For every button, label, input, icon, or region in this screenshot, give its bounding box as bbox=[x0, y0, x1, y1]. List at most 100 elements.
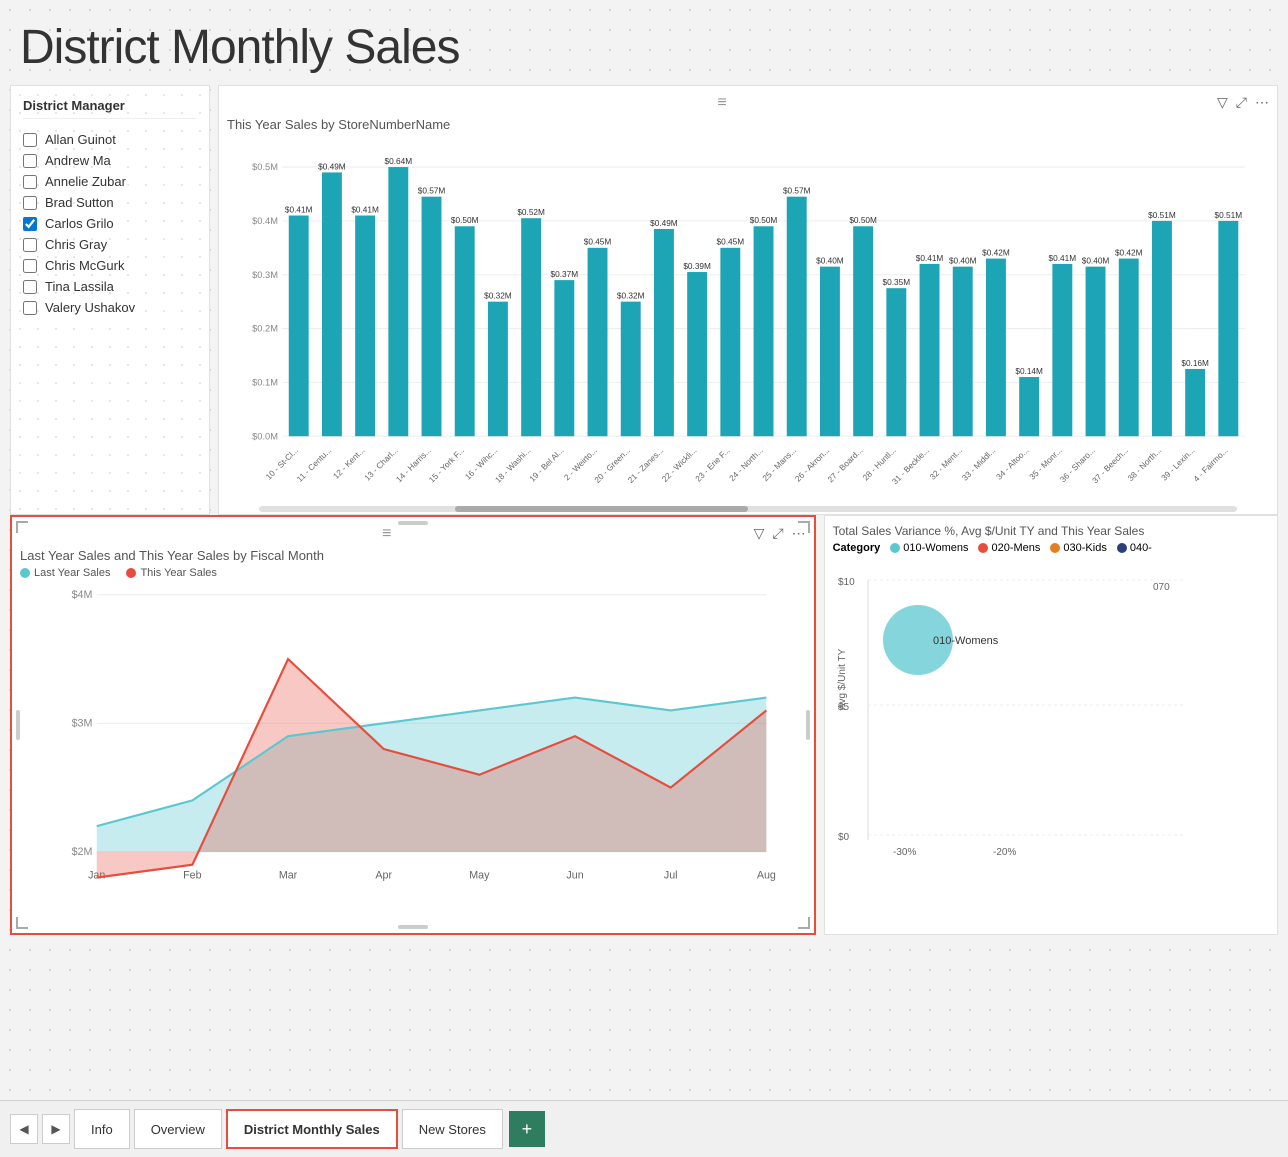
tab-next-btn[interactable]: ▶ bbox=[42, 1114, 70, 1144]
legend-dot-this-year bbox=[126, 568, 136, 578]
filter-checkbox[interactable] bbox=[23, 154, 37, 168]
bar-x-label: 24 - North... bbox=[728, 446, 765, 483]
bar-rect[interactable] bbox=[554, 280, 574, 436]
bar-rect[interactable] bbox=[986, 259, 1006, 437]
bar-rect[interactable] bbox=[355, 216, 375, 437]
cat-040-label: 040- bbox=[1130, 542, 1152, 554]
tab-overview[interactable]: Overview bbox=[134, 1109, 222, 1149]
scatter-area: Avg $/Unit TY $10 $5 $0 -30% -20% 010-Wo… bbox=[833, 560, 1269, 912]
bar-rect[interactable] bbox=[488, 302, 508, 437]
area-focus-icon[interactable]: ⤢ bbox=[772, 525, 783, 542]
bar-value: $0.42M bbox=[1115, 248, 1143, 257]
bar-rect[interactable] bbox=[1152, 221, 1172, 436]
filter-checkbox[interactable] bbox=[23, 196, 37, 210]
corner-bl bbox=[16, 917, 28, 929]
svg-text:$0.5M: $0.5M bbox=[252, 162, 278, 172]
bar-rect[interactable] bbox=[521, 218, 541, 436]
area-drag-handle[interactable]: ≡ bbox=[382, 525, 391, 543]
bar-rect[interactable] bbox=[654, 229, 674, 436]
tab-info[interactable]: Info bbox=[74, 1109, 130, 1149]
filter-checkbox[interactable] bbox=[23, 301, 37, 315]
more-icon[interactable]: ⋯ bbox=[1255, 94, 1269, 111]
cat-womens: 010-Womens bbox=[890, 542, 968, 554]
filter-item[interactable]: Brad Sutton bbox=[23, 192, 197, 213]
bar-rect[interactable] bbox=[455, 226, 475, 436]
drag-handle[interactable]: ≡ bbox=[717, 94, 726, 112]
bar-rect[interactable] bbox=[787, 197, 807, 437]
bar-chart-title: This Year Sales by StoreNumberName bbox=[227, 117, 1269, 132]
bar-rect[interactable] bbox=[953, 267, 973, 437]
filter-checkbox[interactable] bbox=[23, 133, 37, 147]
legend-last-year: Last Year Sales bbox=[20, 567, 110, 579]
filter-checkbox[interactable] bbox=[23, 280, 37, 294]
resize-top[interactable] bbox=[398, 521, 428, 525]
bar-rect[interactable] bbox=[322, 172, 342, 436]
filter-item[interactable]: Andrew Ma bbox=[23, 150, 197, 171]
resize-bottom[interactable] bbox=[398, 925, 428, 929]
filter-checkbox[interactable] bbox=[23, 217, 37, 231]
filter-title: District Manager bbox=[23, 98, 197, 119]
scrollbar-thumb[interactable] bbox=[455, 506, 748, 512]
filter-items-list: Allan Guinot Andrew Ma Annelie ZubarBrad S… bbox=[23, 129, 197, 318]
bar-rect[interactable] bbox=[1185, 369, 1205, 436]
svg-text:$0: $0 bbox=[838, 832, 850, 843]
bar-x-label: 10 - St-Cl... bbox=[264, 446, 300, 482]
bar-rect[interactable] bbox=[754, 226, 774, 436]
bar-rect[interactable] bbox=[1019, 377, 1039, 436]
filter-icon[interactable]: ▽ bbox=[1217, 94, 1228, 111]
filter-item[interactable]: Valery Ushakov bbox=[23, 297, 197, 318]
bar-rect[interactable] bbox=[289, 216, 309, 437]
legend-this-year: This Year Sales bbox=[126, 567, 216, 579]
filter-item[interactable]: Annelie Zubar bbox=[23, 171, 197, 192]
bar-value: $0.42M bbox=[982, 248, 1010, 257]
bar-value: $0.16M bbox=[1181, 359, 1209, 368]
bar-chart-scrollbar[interactable] bbox=[259, 506, 1237, 512]
bar-rect[interactable] bbox=[920, 264, 940, 436]
bar-value: $0.32M bbox=[484, 292, 512, 301]
bar-value: $0.41M bbox=[916, 254, 944, 263]
bar-rect[interactable] bbox=[388, 167, 408, 436]
page-title: District Monthly Sales bbox=[20, 20, 1278, 75]
bar-value: $0.41M bbox=[1049, 254, 1077, 263]
bar-value: $0.51M bbox=[1148, 211, 1176, 220]
area-x-label: May bbox=[469, 870, 490, 882]
filter-checkbox[interactable] bbox=[23, 259, 37, 273]
filter-checkbox[interactable] bbox=[23, 238, 37, 252]
tab-prev-btn[interactable]: ◀ bbox=[10, 1114, 38, 1144]
bar-value: $0.32M bbox=[617, 292, 645, 301]
filter-item[interactable]: Chris McGurk bbox=[23, 255, 197, 276]
cat-kids-dot bbox=[1050, 543, 1060, 553]
area-chart-container: ≡ ▽ ⤢ ⋯ Last Year Sales and This Year Sa… bbox=[10, 515, 816, 935]
bar-value: $0.45M bbox=[584, 238, 612, 247]
bar-rect[interactable] bbox=[853, 226, 873, 436]
filter-item[interactable]: Tina Lassila bbox=[23, 276, 197, 297]
bar-rect[interactable] bbox=[820, 267, 840, 437]
bar-rect[interactable] bbox=[621, 302, 641, 437]
bar-rect[interactable] bbox=[1218, 221, 1238, 436]
filter-label: Andrew Ma bbox=[45, 153, 111, 168]
filter-checkbox[interactable] bbox=[23, 175, 37, 189]
bar-rect[interactable] bbox=[720, 248, 740, 436]
bar-value: $0.35M bbox=[883, 278, 911, 287]
bar-rect[interactable] bbox=[1086, 267, 1106, 437]
bar-rect[interactable] bbox=[422, 197, 442, 437]
tab-district-monthly-sales[interactable]: District Monthly Sales bbox=[226, 1109, 398, 1149]
focus-icon[interactable]: ⤢ bbox=[1236, 94, 1247, 111]
filter-item[interactable]: Chris Gray bbox=[23, 234, 197, 255]
bar-value: $0.64M bbox=[385, 157, 413, 166]
svg-text:010-Womens: 010-Womens bbox=[933, 635, 999, 647]
filter-item[interactable]: Carlos Grilo bbox=[23, 213, 197, 234]
bar-value: $0.50M bbox=[451, 216, 479, 225]
bar-rect[interactable] bbox=[588, 248, 608, 436]
area-x-label: Aug bbox=[757, 870, 776, 882]
resize-right[interactable] bbox=[806, 710, 810, 740]
tab-new-stores[interactable]: New Stores bbox=[402, 1109, 503, 1149]
bar-x-label: 22 - Wickli... bbox=[660, 446, 698, 484]
area-filter-icon[interactable]: ▽ bbox=[754, 525, 765, 542]
bar-rect[interactable] bbox=[1052, 264, 1072, 436]
bar-rect[interactable] bbox=[1119, 259, 1139, 437]
tab-add-btn[interactable]: + bbox=[509, 1111, 545, 1147]
filter-item[interactable]: Allan Guinot bbox=[23, 129, 197, 150]
bar-rect[interactable] bbox=[687, 272, 707, 436]
bar-rect[interactable] bbox=[886, 288, 906, 436]
